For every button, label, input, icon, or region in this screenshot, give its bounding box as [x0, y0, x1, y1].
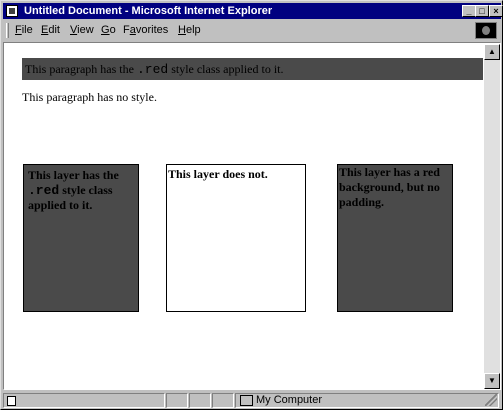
red-padded-layer: This layer has the .red style class appl…: [23, 164, 139, 312]
window-title: Untitled Document - Microsoft Internet E…: [24, 5, 273, 17]
computer-icon: [240, 395, 253, 406]
menu-go[interactable]: Go: [101, 24, 116, 37]
status-bar: My Computer: [3, 392, 501, 408]
menu-file[interactable]: File: [15, 24, 33, 37]
zone-label: My Computer: [256, 394, 323, 406]
resize-grip-icon[interactable]: [485, 394, 497, 406]
scroll-up-arrow-icon[interactable]: ▲: [484, 44, 500, 60]
red-paragraph: This paragraph has the .red style class …: [22, 58, 483, 80]
menu-grip[interactable]: [6, 23, 9, 38]
unstyled-layer: This layer does not.: [166, 164, 306, 312]
windows-logo-icon: [475, 22, 497, 39]
menu-bar: File Edit View Go Favorites Help: [3, 21, 501, 40]
menu-edit[interactable]: Edit: [41, 24, 60, 37]
browser-window: Untitled Document - Microsoft Internet E…: [0, 0, 503, 410]
ie-page-icon[interactable]: [6, 5, 18, 17]
red-unpadded-layer: This layer has a red background, but no …: [337, 164, 453, 312]
maximize-button[interactable]: □: [475, 5, 489, 17]
title-bar[interactable]: Untitled Document - Microsoft Internet E…: [3, 3, 503, 19]
status-text-pane: [3, 393, 165, 408]
status-pane-security: [212, 393, 234, 408]
close-button[interactable]: ×: [489, 5, 503, 17]
content-frame: This paragraph has the .red style class …: [3, 42, 501, 390]
vertical-scrollbar[interactable]: ▲ ▼: [484, 44, 500, 389]
scroll-down-arrow-icon[interactable]: ▼: [484, 373, 500, 389]
status-pane-offline: [189, 393, 211, 408]
status-pane-progress: [166, 393, 188, 408]
plain-paragraph: This paragraph has no style.: [22, 90, 157, 104]
menu-view[interactable]: View: [70, 24, 94, 37]
page-icon: [7, 396, 16, 406]
zone-pane: My Computer: [235, 393, 499, 408]
menu-help[interactable]: Help: [178, 24, 201, 37]
menu-favorites[interactable]: Favorites: [123, 24, 168, 37]
page-viewport[interactable]: This paragraph has the .red style class …: [5, 44, 484, 389]
minimize-button[interactable]: _: [462, 5, 476, 17]
